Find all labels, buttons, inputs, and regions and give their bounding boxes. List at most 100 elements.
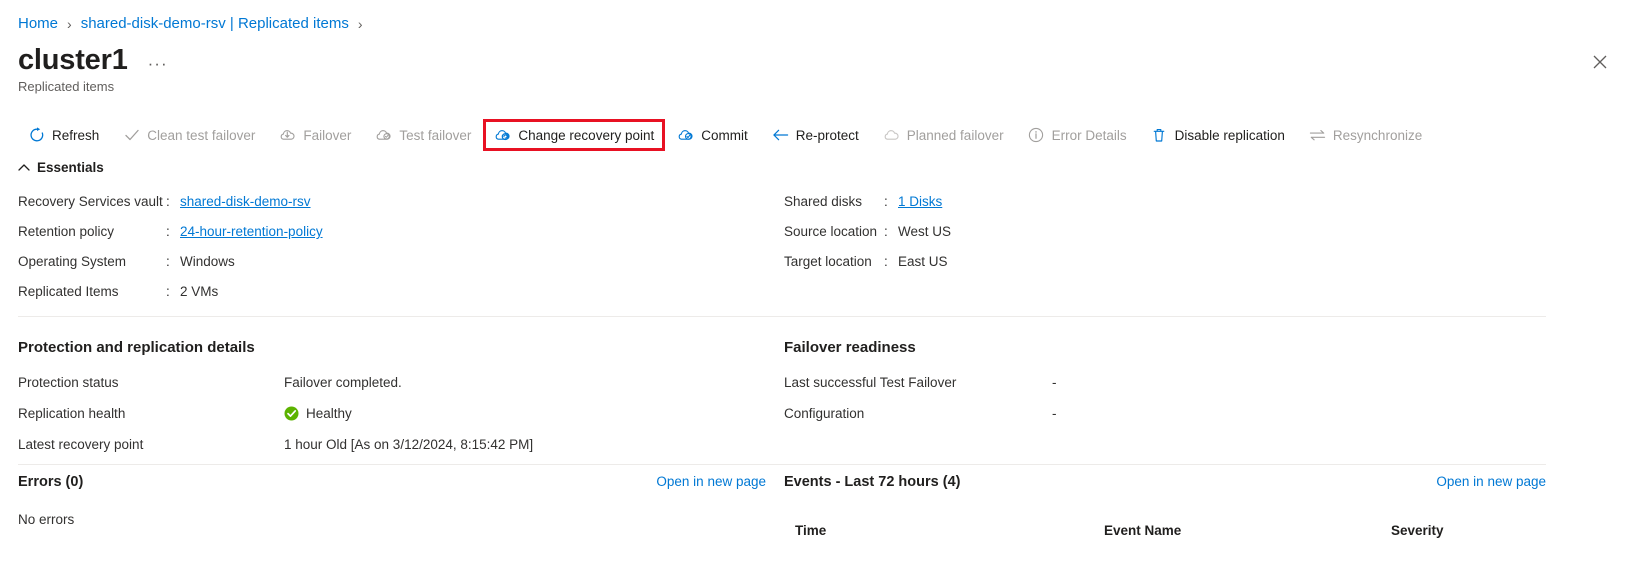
refresh-label: Refresh [52,127,100,143]
failover-cloud-icon [279,127,296,144]
breadcrumb: Home › shared-disk-demo-rsv | Replicated… [18,14,363,34]
planned-failover-button[interactable]: Planned failover [871,120,1016,150]
disable-replication-button[interactable]: Disable replication [1139,120,1297,150]
essentials-label-target-location: Target location [784,254,872,269]
section-divider-bottom [18,464,1546,465]
checkmark-icon [123,127,140,144]
test-failover-icon [375,127,392,144]
errors-panel-title: Errors (0) [18,474,84,490]
essentials-colon: : [166,254,170,269]
chevron-up-icon [18,160,30,175]
refresh-button[interactable]: Refresh [16,120,111,150]
essentials-value-source-location: West US [898,224,952,239]
essentials-row-shared-disks: Shared disks : 1 Disks [784,194,951,224]
events-table-header: Time Event Name Severity [784,523,1546,538]
test-failover-label: Test failover [399,127,472,143]
essentials-value-recovery-services-vault[interactable]: shared-disk-demo-rsv [180,194,311,209]
failover-readiness-title: Failover readiness [784,339,916,356]
page-title: cluster1 [18,44,128,76]
events-column-time[interactable]: Time [784,523,1104,538]
change-recovery-point-label: Change recovery point [518,127,655,143]
replication-health-value: Healthy [306,406,352,421]
essentials-colon: : [166,224,170,239]
events-open-in-new-page-link[interactable]: Open in new page [1436,474,1546,489]
breadcrumb-item-vault[interactable]: shared-disk-demo-rsv | Replicated items [81,14,349,34]
essentials-row-target-location: Target location : East US [784,254,951,284]
essentials-label-recovery-services-vault: Recovery Services vault [18,194,163,209]
essentials-colon: : [166,284,170,299]
latest-recovery-point-value: 1 hour Old [As on 3/12/2024, 8:15:42 PM] [284,437,534,452]
replication-health-label: Replication health [18,406,126,421]
essentials-label-retention-policy: Retention policy [18,224,115,239]
change-recovery-point-button[interactable]: Change recovery point [483,119,666,151]
breadcrumb-separator-icon: › [67,16,72,32]
failover-readiness-section: Failover readiness Last successful Test … [784,338,1524,429]
essentials-left-column: Recovery Services vault : shared-disk-de… [18,194,323,314]
errors-open-in-new-page-link[interactable]: Open in new page [656,474,766,489]
error-details-button[interactable]: Error Details [1016,120,1139,150]
commit-label: Commit [701,127,748,143]
arrow-left-icon [772,127,789,144]
commit-button[interactable]: Commit [665,120,760,150]
last-successful-test-failover-row: Last successful Test Failover - [784,367,1524,398]
essentials-row-replicated-items: Replicated Items : 2 VMs [18,284,323,314]
protection-status-row: Protection status Failover completed. [18,367,758,398]
protection-details-section: Protection and replication details Prote… [18,338,758,460]
essentials-value-operating-system: Windows [180,254,235,269]
breadcrumb-item-home[interactable]: Home [18,14,58,34]
azure-replicated-item-overview-page: Home › shared-disk-demo-rsv | Replicated… [0,0,1632,585]
essentials-row-recovery-services-vault: Recovery Services vault : shared-disk-de… [18,194,323,224]
configuration-row: Configuration - [784,398,1524,429]
disable-replication-label: Disable replication [1174,127,1285,143]
essentials-right-column: Shared disks : 1 Disks Source location :… [784,194,951,284]
essentials-value-shared-disks[interactable]: 1 Disks [898,194,942,209]
re-protect-button[interactable]: Re-protect [760,120,871,150]
protection-status-label: Protection status [18,375,119,390]
essentials-label-operating-system: Operating System [18,254,127,269]
essentials-value-replicated-items: 2 VMs [180,284,219,299]
clean-test-failover-button[interactable]: Clean test failover [111,120,267,150]
failover-label: Failover [303,127,352,143]
resynchronize-button[interactable]: Resynchronize [1297,120,1434,150]
info-circle-icon [1028,127,1045,144]
latest-recovery-point-label: Latest recovery point [18,437,144,452]
protection-details-title: Protection and replication details [18,339,255,356]
error-details-label: Error Details [1051,127,1127,143]
events-panel-title: Events - Last 72 hours (4) [784,474,961,490]
close-icon[interactable] [1586,48,1614,76]
clean-test-failover-label: Clean test failover [147,127,256,143]
command-bar: Refresh Clean test failover Failover Tes… [16,119,1434,151]
essentials-row-source-location: Source location : West US [784,224,951,254]
essentials-toggle[interactable]: Essentials [18,160,104,175]
failover-button[interactable]: Failover [267,120,363,150]
latest-recovery-point-row: Latest recovery point 1 hour Old [As on … [18,429,758,460]
events-column-severity[interactable]: Severity [1391,523,1531,538]
replication-health-row: Replication health Healthy [18,398,758,429]
essentials-value-retention-policy[interactable]: 24-hour-retention-policy [180,224,323,239]
page-subtitle: Replicated items [18,79,115,94]
events-panel: Events - Last 72 hours (4) Open in new p… [784,474,1546,538]
events-column-event-name[interactable]: Event Name [1104,523,1391,538]
last-successful-test-failover-value: - [1052,375,1057,390]
errors-panel-body: No errors [18,512,75,527]
re-protect-label: Re-protect [795,127,859,143]
resync-arrows-icon [1309,127,1326,144]
configuration-label: Configuration [784,406,865,421]
essentials-colon: : [884,224,888,239]
section-divider-top [18,316,1546,317]
essentials-row-retention-policy: Retention policy : 24-hour-retention-pol… [18,224,323,254]
trash-icon [1151,127,1168,144]
protection-status-value: Failover completed. [284,375,402,390]
test-failover-button[interactable]: Test failover [363,120,483,150]
essentials-colon: : [166,194,170,209]
commit-icon [677,127,694,144]
essentials-value-target-location: East US [898,254,948,269]
planned-failover-label: Planned failover [906,127,1004,143]
change-recovery-point-icon [494,127,511,144]
essentials-label: Essentials [37,160,104,175]
more-options-button[interactable]: ··· [142,55,174,78]
essentials-label-replicated-items: Replicated Items [18,284,119,299]
last-successful-test-failover-label: Last successful Test Failover [784,375,957,390]
essentials-colon: : [884,194,888,209]
essentials-label-shared-disks: Shared disks [784,194,863,209]
